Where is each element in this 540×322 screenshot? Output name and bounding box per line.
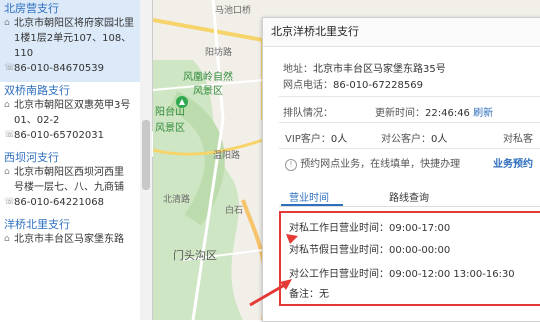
annotation-arrows bbox=[249, 234, 298, 307]
arrow-head bbox=[286, 234, 298, 244]
arrow-line bbox=[249, 281, 289, 307]
arrow-head bbox=[280, 279, 292, 290]
